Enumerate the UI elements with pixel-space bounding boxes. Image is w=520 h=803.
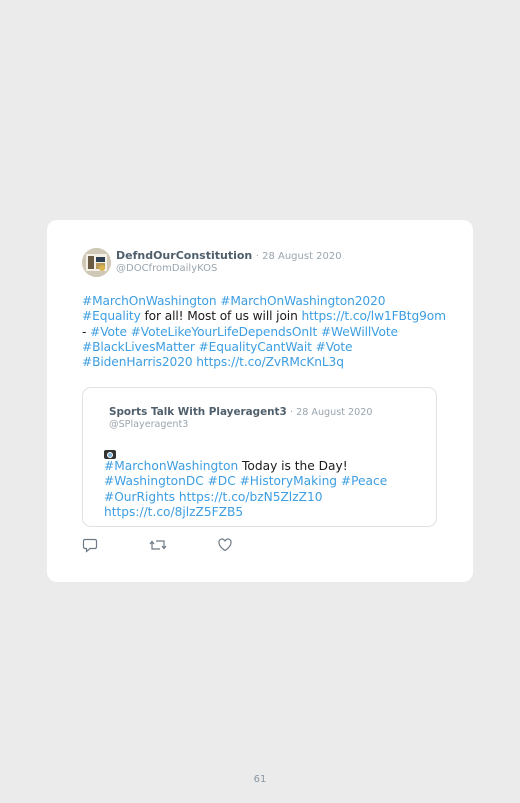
tweet-date: · 28 August 2020 [255, 251, 342, 262]
page-number: 61 [253, 774, 267, 785]
camera-icon [104, 450, 116, 459]
tweet-author: DefndOurConstitution · 28 August 2020 [116, 249, 342, 263]
quoted-link[interactable]: #OurRights https://t.co/bzN5ZlzZ10 [104, 490, 322, 504]
like-icon[interactable] [217, 537, 235, 553]
quoted-link[interactable]: https://t.co/8jlzZ5FZB5 [104, 505, 243, 519]
quoted-link[interactable]: #WashingtonDC #DC #HistoryMaking #Peace [104, 474, 387, 488]
tweet-link[interactable]: https://t.co/lw1FBtg9om [302, 309, 446, 323]
quoted-date: · 28 August 2020 [290, 407, 373, 418]
avatar[interactable] [82, 248, 111, 277]
quoted-line: #OurRights https://t.co/bzN5ZlzZ10 [104, 490, 424, 505]
quoted-link[interactable]: #MarchonWashington [104, 459, 238, 473]
tweet-line: #Equality for all! Most of us will join … [82, 309, 446, 324]
quoted-handle[interactable]: @SPlayeragent3 [109, 419, 188, 430]
tweet-line: #MarchOnWashington #MarchOnWashington202… [82, 294, 442, 309]
tweet-card: DefndOurConstitution · 28 August 2020 @D… [47, 220, 473, 582]
reply-icon[interactable] [82, 537, 100, 553]
tweet-link[interactable]: #MarchOnWashington #MarchOnWashington202… [82, 294, 385, 308]
quoted-line: https://t.co/8jlzZ5FZB5 [104, 505, 424, 520]
quoted-text: #MarchonWashington Today is the Day! #Was… [104, 450, 424, 520]
tweet-link[interactable]: #Vote #VoteLikeYourLifeDependsOnIt #WeWi… [90, 325, 398, 339]
tweet-link[interactable]: #Equality [82, 309, 141, 323]
tweet-line: #BidenHarris2020 https://t.co/ZvRMcKnL3q [82, 355, 442, 370]
quoted-author: Sports Talk With Playeragent3 · 28 Augus… [109, 406, 372, 418]
author-name[interactable]: DefndOurConstitution [116, 249, 252, 262]
quoted-author-name[interactable]: Sports Talk With Playeragent3 [109, 406, 287, 418]
quoted-line: #MarchonWashington Today is the Day! [104, 450, 424, 474]
retweet-icon[interactable] [149, 537, 167, 553]
tweet-line: - #Vote #VoteLikeYourLifeDependsOnIt #We… [82, 325, 442, 340]
tweet-text-segment: - [82, 324, 91, 339]
tweet-line: #BlackLivesMatter #EqualityCantWait #Vot… [82, 340, 442, 355]
quoted-line: #WashingtonDC #DC #HistoryMaking #Peace [104, 474, 424, 489]
tweet-link[interactable]: #BidenHarris2020 https://t.co/ZvRMcKnL3q [82, 355, 344, 369]
tweet-text-segment: for all! Most of us will join [140, 309, 302, 324]
tweet-text: #MarchOnWashington #MarchOnWashington202… [82, 294, 446, 370]
author-handle[interactable]: @DOCfromDailyKOS [116, 263, 217, 274]
quoted-tweet[interactable]: Sports Talk With Playeragent3 · 28 Augus… [82, 387, 437, 527]
tweet-link[interactable]: #BlackLivesMatter #EqualityCantWait #Vot… [82, 340, 353, 354]
quoted-text-segment: Today is the Day! [238, 459, 348, 473]
